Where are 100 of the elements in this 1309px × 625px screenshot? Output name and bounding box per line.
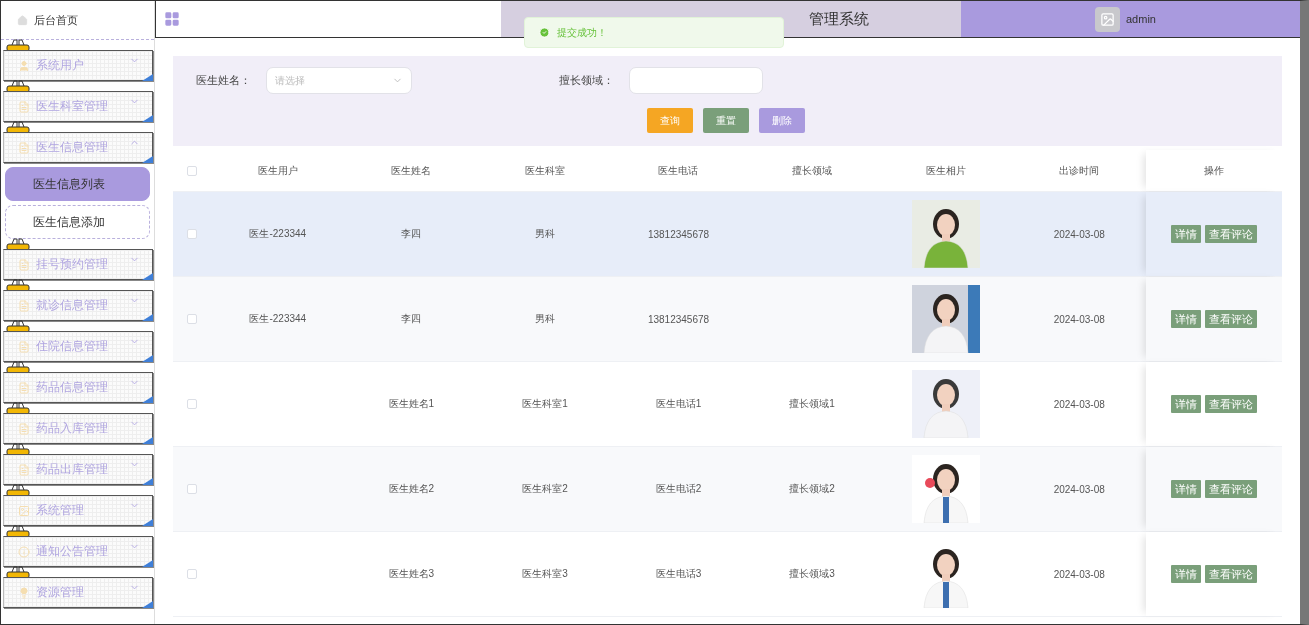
field-label: 医生姓名： bbox=[196, 73, 252, 88]
table-cell: 2024-03-08 bbox=[1053, 313, 1105, 325]
table-cell: 医生科室3 bbox=[522, 567, 568, 581]
row-action-button[interactable]: 查看评论 bbox=[1205, 565, 1257, 583]
table-cell: 医生科室2 bbox=[522, 482, 568, 496]
row-action-button[interactable]: 详情 bbox=[1171, 480, 1201, 498]
table-cell: 医生姓名2 bbox=[388, 482, 435, 496]
row-action-button[interactable]: 详情 bbox=[1171, 225, 1201, 243]
table-row[interactable]: 医生-223344 李四 男科 13812345678 2024-03-08 详情 查看评论 bbox=[173, 277, 1282, 362]
doc-icon bbox=[18, 340, 30, 353]
submenu-item[interactable]: 医生信息添加 bbox=[5, 205, 150, 239]
row-action-button[interactable]: 查看评论 bbox=[1205, 395, 1257, 413]
table-cell: 医生电话3 bbox=[655, 567, 702, 581]
column-header: 医生用户 bbox=[257, 163, 298, 178]
user-name[interactable]: admin bbox=[1126, 13, 1156, 25]
table-cell: 李四 bbox=[401, 227, 422, 241]
folded-corner-icon bbox=[142, 396, 153, 403]
checkbox[interactable] bbox=[187, 229, 197, 239]
toast-message: 提交成功！ bbox=[557, 25, 607, 40]
sidebar-menu-item[interactable]: 医生信息管理 bbox=[3, 132, 153, 163]
column-header: 医生相片 bbox=[925, 163, 966, 178]
home-menu-item[interactable]: 后台首页 bbox=[1, 1, 154, 40]
column-header: 出诊时间 bbox=[1059, 163, 1100, 178]
row-action-button[interactable]: 查看评论 bbox=[1205, 225, 1257, 243]
doc-icon bbox=[18, 258, 30, 271]
column-header: 医生科室 bbox=[524, 163, 565, 178]
table-cell: 医生电话2 bbox=[655, 482, 702, 496]
column-header: 医生电话 bbox=[658, 163, 699, 178]
folded-corner-icon bbox=[142, 314, 153, 321]
info-icon bbox=[18, 545, 30, 558]
user-icon bbox=[18, 59, 30, 72]
table-cell: 男科 bbox=[534, 227, 555, 241]
folded-corner-icon bbox=[142, 355, 153, 362]
sidebar-menu-item[interactable]: 系统管理 bbox=[3, 495, 153, 526]
folded-corner-icon bbox=[142, 74, 153, 81]
table-row[interactable]: 医生姓名1 医生科室1 医生电话1 擅长领域1 2024-03-08 详情 查看评论 bbox=[173, 362, 1282, 447]
table-cell: 2024-03-08 bbox=[1053, 228, 1105, 240]
doc-icon bbox=[18, 100, 30, 113]
doc-icon bbox=[18, 381, 30, 394]
column-header: 擅长领域 bbox=[792, 163, 833, 178]
sidebar-menu-item[interactable]: 医生科室管理 bbox=[3, 91, 153, 122]
sidebar-menu-item[interactable]: 药品信息管理 bbox=[3, 372, 153, 403]
checkbox[interactable] bbox=[187, 484, 197, 494]
bulb-icon bbox=[18, 586, 30, 599]
select-field[interactable]: 请选择 bbox=[266, 67, 412, 94]
checkbox[interactable] bbox=[187, 165, 197, 176]
sidebar-menu-item[interactable]: 药品出库管理 bbox=[3, 454, 153, 485]
table-cell: 医生姓名3 bbox=[388, 567, 435, 581]
row-action-button[interactable]: 查看评论 bbox=[1205, 310, 1257, 328]
app-title: 管理系统 bbox=[809, 9, 869, 29]
doc-icon bbox=[18, 422, 30, 435]
table-row[interactable]: 医生-223344 李四 男科 13812345678 2024-03-08 详情 查看评论 bbox=[173, 192, 1282, 277]
table-cell: 医生电话1 bbox=[655, 397, 702, 411]
action-button[interactable]: 重置 bbox=[703, 108, 749, 133]
success-icon bbox=[539, 27, 550, 38]
table-cell: 13812345678 bbox=[647, 313, 710, 325]
table-cell: 医生科室1 bbox=[522, 397, 568, 411]
action-button[interactable]: 查询 bbox=[647, 108, 693, 133]
sidebar-menu-item[interactable]: 就诊信息管理 bbox=[3, 290, 153, 321]
avatar-icon[interactable] bbox=[1095, 6, 1120, 32]
home-icon bbox=[17, 14, 28, 26]
folded-corner-icon bbox=[142, 519, 153, 526]
folded-corner-icon bbox=[142, 273, 153, 280]
row-action-button[interactable]: 详情 bbox=[1171, 565, 1201, 583]
grid-menu-icon[interactable] bbox=[164, 11, 180, 27]
table-cell: 2024-03-08 bbox=[1053, 398, 1105, 410]
table-row[interactable]: 医生姓名2 医生科室2 医生电话2 擅长领域2 2024-03-08 详情 查看评论 bbox=[173, 447, 1282, 532]
table-row[interactable]: 医生姓名3 医生科室3 医生电话3 擅长领域3 2024-03-08 详情 查看评论 bbox=[173, 532, 1282, 617]
table-cell: 13812345678 bbox=[647, 228, 710, 240]
table-cell: 2024-03-08 bbox=[1053, 483, 1105, 495]
checkbox[interactable] bbox=[187, 314, 197, 324]
sidebar-menu-item[interactable]: 住院信息管理 bbox=[3, 331, 153, 362]
input-field[interactable] bbox=[629, 67, 763, 94]
checkbox[interactable] bbox=[187, 569, 197, 579]
table-cell: 擅长领域3 bbox=[789, 567, 835, 581]
folded-corner-icon bbox=[142, 156, 153, 163]
doc-icon bbox=[18, 141, 30, 154]
image-icon bbox=[18, 504, 30, 517]
folded-corner-icon bbox=[142, 560, 153, 567]
table-cell: 擅长领域1 bbox=[789, 397, 835, 411]
doc-icon bbox=[18, 463, 30, 476]
submenu-item[interactable]: 医生信息列表 bbox=[5, 167, 150, 201]
sidebar-menu-item[interactable]: 通知公告管理 bbox=[3, 536, 153, 567]
sidebar-menu-item[interactable]: 药品入库管理 bbox=[3, 413, 153, 444]
folded-corner-icon bbox=[142, 437, 153, 444]
sidebar-menu-item[interactable]: 挂号预约管理 bbox=[3, 249, 153, 280]
row-action-button[interactable]: 查看评论 bbox=[1205, 480, 1257, 498]
column-header: 操作 bbox=[1204, 163, 1224, 178]
table-cell: 擅长领域2 bbox=[789, 482, 835, 496]
action-button[interactable]: 删除 bbox=[759, 108, 805, 133]
row-action-button[interactable]: 详情 bbox=[1171, 395, 1201, 413]
checkbox[interactable] bbox=[187, 399, 197, 409]
table-cell: 医生-223344 bbox=[249, 312, 307, 326]
table-cell: 医生姓名1 bbox=[388, 397, 435, 411]
row-action-button[interactable]: 详情 bbox=[1171, 310, 1201, 328]
table-cell: 2024-03-08 bbox=[1053, 568, 1105, 580]
sidebar-menu-item[interactable]: 资源管理 bbox=[3, 577, 153, 608]
column-header: 医生姓名 bbox=[391, 163, 432, 178]
folded-corner-icon bbox=[142, 115, 153, 122]
sidebar-menu-item[interactable]: 系统用户 bbox=[3, 50, 153, 81]
